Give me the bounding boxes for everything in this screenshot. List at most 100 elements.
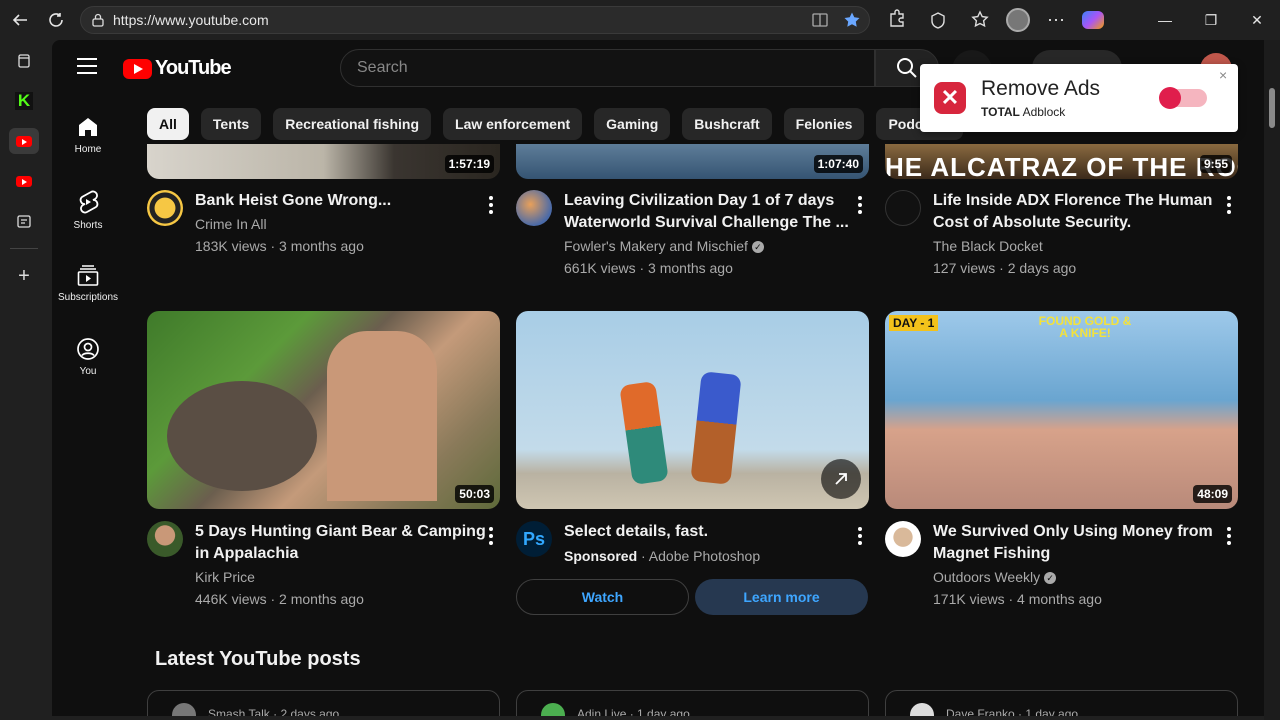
toggle-knob bbox=[1159, 87, 1181, 109]
extensions-icon[interactable] bbox=[880, 4, 912, 36]
chip-recreational-fishing[interactable]: Recreational fishing bbox=[273, 108, 432, 140]
menu-icon[interactable] bbox=[77, 58, 97, 79]
video-menu-icon[interactable] bbox=[489, 196, 493, 217]
ad-thumbnail[interactable] bbox=[516, 311, 869, 509]
adblock-title: Remove Ads bbox=[981, 77, 1101, 100]
post-avatar[interactable] bbox=[541, 703, 565, 716]
video-duration: 48:09 bbox=[1193, 485, 1232, 503]
minimize-icon[interactable]: — bbox=[1142, 0, 1188, 40]
video-duration: 50:03 bbox=[455, 485, 494, 503]
video-thumbnail[interactable]: HE ALCATRAZ OF THE ROCKIES 9:55 bbox=[885, 144, 1238, 179]
tab-actions-icon[interactable] bbox=[9, 48, 39, 74]
search-input[interactable] bbox=[357, 59, 874, 77]
remove-ads-toggle[interactable] bbox=[1159, 87, 1207, 109]
browser-essentials-icon[interactable] bbox=[922, 4, 954, 36]
adblock-popup: ✕ Remove Ads TOTAL Adblock × bbox=[920, 64, 1238, 132]
video-title-line2[interactable]: in Appalachia bbox=[195, 543, 298, 565]
advertiser-avatar[interactable]: Ps bbox=[516, 521, 552, 557]
guide-item-shorts[interactable]: Shorts bbox=[52, 178, 124, 252]
new-tab-icon[interactable]: + bbox=[9, 263, 39, 289]
youtube-tab-2-icon[interactable] bbox=[9, 168, 39, 194]
video-meta: 661K views · 3 months ago bbox=[564, 260, 733, 276]
post-meta: Dave Franko · 1 day ago bbox=[946, 707, 1079, 716]
youtube-page: YouTube Home Shorts Subscriptions You bbox=[52, 40, 1264, 716]
address-bar[interactable]: https://www.youtube.com bbox=[80, 6, 870, 34]
channel-avatar[interactable] bbox=[885, 190, 921, 226]
chip-law-enforcement[interactable]: Law enforcement bbox=[443, 108, 583, 140]
ad-menu-icon[interactable] bbox=[858, 527, 862, 548]
lock-icon bbox=[92, 13, 104, 27]
refresh-icon[interactable] bbox=[38, 4, 74, 36]
youtube-tab-icon[interactable] bbox=[9, 128, 39, 154]
chip-all[interactable]: All bbox=[147, 108, 189, 140]
video-title[interactable]: Bank Heist Gone Wrong... bbox=[195, 190, 391, 212]
guide-item-home[interactable]: Home bbox=[52, 104, 124, 178]
page-scrollbar[interactable] bbox=[1264, 40, 1280, 720]
meta-separator: · bbox=[641, 548, 649, 564]
channel-name[interactable]: Kirk Price bbox=[195, 566, 255, 588]
video-menu-icon[interactable] bbox=[858, 196, 862, 217]
more-icon[interactable]: ⋯ bbox=[1040, 10, 1072, 31]
saved-tab-icon[interactable] bbox=[9, 208, 39, 234]
video-menu-icon[interactable] bbox=[489, 527, 493, 548]
video-menu-icon[interactable] bbox=[1227, 196, 1231, 217]
split-screen-icon[interactable] bbox=[811, 11, 829, 29]
post-card[interactable]: Adin Live · 1 day ago bbox=[516, 690, 869, 716]
advertiser-name[interactable]: Adobe Photoshop bbox=[649, 548, 760, 564]
video-title-line2[interactable]: Cost of Absolute Security. bbox=[933, 212, 1131, 234]
favorite-star-icon[interactable] bbox=[843, 11, 861, 29]
shorts-icon bbox=[79, 190, 99, 214]
video-title[interactable]: Life Inside ADX Florence The Human bbox=[933, 190, 1212, 212]
scrollbar-thumb[interactable] bbox=[1269, 88, 1275, 128]
restore-icon[interactable]: ❐ bbox=[1188, 0, 1234, 40]
post-card[interactable]: Smash Talk · 2 days ago bbox=[147, 690, 500, 716]
channel-avatar[interactable] bbox=[516, 190, 552, 226]
chip-gaming[interactable]: Gaming bbox=[594, 108, 671, 140]
channel-name[interactable]: The Black Docket bbox=[933, 235, 1043, 257]
post-card[interactable]: Dave Franko · 1 day ago bbox=[885, 690, 1238, 716]
browser-toolbar: https://www.youtube.com ⋯ — ❐ ✕ bbox=[0, 0, 1280, 40]
close-icon[interactable]: × bbox=[1219, 67, 1227, 83]
learn-more-button[interactable]: Learn more bbox=[695, 579, 868, 615]
video-title-line2[interactable]: Waterworld Survival Challenge The ... bbox=[564, 212, 849, 234]
guide-label-home: Home bbox=[74, 144, 102, 155]
channel-avatar[interactable] bbox=[147, 521, 183, 557]
ad-meta: Sponsored · Adobe Photoshop bbox=[564, 545, 760, 567]
video-thumbnail[interactable]: 50:03 bbox=[147, 311, 500, 509]
browser-vertical-tabs: K + bbox=[0, 40, 48, 720]
youtube-logo[interactable]: YouTube bbox=[123, 57, 232, 80]
chip-felonies[interactable]: Felonies bbox=[783, 108, 865, 140]
video-title[interactable]: Leaving Civilization Day 1 of 7 days bbox=[564, 190, 834, 212]
adblock-brand: TOTAL Adblock bbox=[981, 105, 1065, 119]
post-avatar[interactable] bbox=[910, 703, 934, 716]
video-thumbnail[interactable]: 1:57:19 bbox=[147, 144, 500, 179]
video-menu-icon[interactable] bbox=[1227, 527, 1231, 548]
chip-tents[interactable]: Tents bbox=[200, 108, 262, 140]
watch-button[interactable]: Watch bbox=[516, 579, 689, 615]
copilot-icon[interactable] bbox=[1082, 11, 1104, 29]
video-title-line2[interactable]: Magnet Fishing bbox=[933, 543, 1050, 565]
guide-item-you[interactable]: You bbox=[52, 326, 124, 400]
channel-name[interactable]: Crime In All bbox=[195, 213, 267, 235]
video-thumbnail[interactable]: 1:07:40 bbox=[516, 144, 869, 179]
video-thumbnail[interactable]: DAY - 1 FOUND GOLD & A KNIFE! 48:09 bbox=[885, 311, 1238, 509]
chip-bushcraft[interactable]: Bushcraft bbox=[682, 108, 772, 140]
channel-avatar[interactable] bbox=[147, 190, 183, 226]
channel-name[interactable]: Outdoors Weekly ✓ bbox=[933, 566, 1057, 588]
guide-item-subscriptions[interactable]: Subscriptions bbox=[52, 252, 124, 326]
channel-name[interactable]: Fowler's Makery and Mischief ✓ bbox=[564, 235, 764, 257]
favorites-icon[interactable] bbox=[964, 4, 996, 36]
channel-avatar[interactable] bbox=[885, 521, 921, 557]
back-icon[interactable] bbox=[2, 4, 38, 36]
kick-tab-icon[interactable]: K bbox=[9, 88, 39, 114]
post-avatar[interactable] bbox=[172, 703, 196, 716]
video-meta: 446K views · 2 months ago bbox=[195, 591, 364, 607]
video-meta: 171K views · 4 months ago bbox=[933, 591, 1102, 607]
ad-title[interactable]: Select details, fast. bbox=[564, 521, 708, 543]
external-link-icon[interactable] bbox=[821, 459, 861, 499]
video-title[interactable]: We Survived Only Using Money from bbox=[933, 521, 1213, 543]
profile-avatar[interactable] bbox=[1006, 8, 1030, 32]
guide-sidebar: Home Shorts Subscriptions You bbox=[52, 104, 124, 400]
close-window-icon[interactable]: ✕ bbox=[1234, 0, 1280, 40]
video-title[interactable]: 5 Days Hunting Giant Bear & Camping bbox=[195, 521, 486, 543]
